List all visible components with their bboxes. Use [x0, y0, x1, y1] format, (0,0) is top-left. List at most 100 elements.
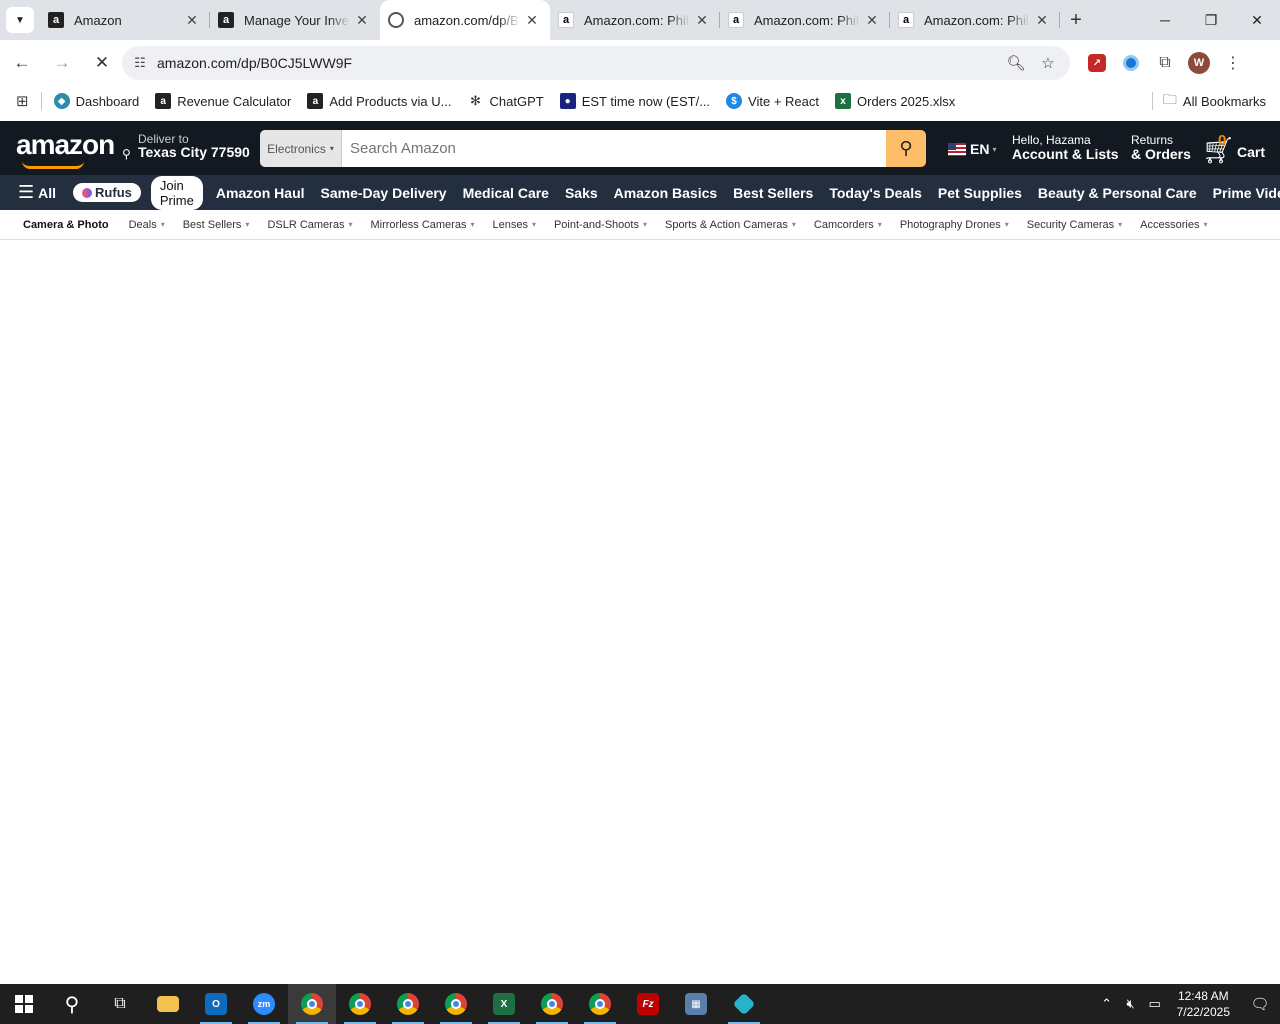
search-input[interactable] — [342, 130, 886, 167]
tab-amazon[interactable]: a Amazon ✕ — [40, 0, 210, 40]
kebab-menu-icon[interactable]: ⋮ — [1216, 46, 1250, 80]
pdf-extension-icon[interactable]: ↗ — [1080, 46, 1114, 80]
chevron-up-icon[interactable]: ⌃ — [1095, 996, 1119, 1012]
cart-button[interactable]: 0 🛒︎ Cart — [1202, 132, 1265, 164]
nav-medical-care[interactable]: Medical Care — [455, 185, 557, 201]
apps-grid-icon[interactable]: ⊞ — [8, 87, 37, 115]
nav-pet-supplies[interactable]: Pet Supplies — [930, 185, 1030, 201]
account-and-lists[interactable]: Hello, Hazama Account & Lists — [1012, 133, 1119, 161]
search-icon[interactable]: ⚲ — [886, 130, 926, 167]
new-tab-button[interactable]: + — [1060, 0, 1092, 40]
zoom-icon[interactable]: zm — [240, 984, 288, 1024]
chrome-icon[interactable] — [432, 984, 480, 1024]
bookmark-vite-react[interactable]: $ Vite + React — [718, 87, 827, 115]
nav-amazon-basics[interactable]: Amazon Basics — [606, 185, 725, 201]
address-bar[interactable]: ☷ amazon.com/dp/B0CJ5LWW9F 🔍︎ ☆ — [122, 46, 1070, 80]
network-icon[interactable]: ▭ — [1143, 996, 1167, 1012]
site-settings-icon[interactable]: ☷ — [126, 49, 154, 77]
hamburger-icon: ☰ — [18, 182, 35, 202]
chrome-icon[interactable] — [384, 984, 432, 1024]
close-window-button[interactable]: ✕ — [1234, 0, 1280, 40]
nav-same-day-delivery[interactable]: Same-Day Delivery — [313, 185, 455, 201]
tab-active-product[interactable]: o amazon.com/dp/B ✕ — [380, 0, 550, 40]
amazon-logo[interactable]: amazon — [16, 129, 115, 169]
windows-taskbar: ⚲ ⧉ O zm X Fz ▦ ⌃ 🔇︎ ▭ 12:48 AM 7/22/202… — [0, 984, 1280, 1024]
close-icon[interactable]: ✕ — [864, 12, 880, 28]
chrome-icon[interactable] — [336, 984, 384, 1024]
tab-amazon-phil-3[interactable]: a Amazon.com: Phil ✕ — [890, 0, 1060, 40]
bookmark-add-products[interactable]: a Add Products via U... — [299, 87, 459, 115]
deliver-to[interactable]: ⚲ Deliver to Texas City 77590 — [122, 133, 250, 161]
bookmark-dashboard[interactable]: ◆ Dashboard — [46, 87, 148, 115]
back-arrow-icon[interactable]: ← — [4, 45, 40, 81]
extensions-area: ↗ ⧉ W ⋮ — [1080, 40, 1250, 86]
category-lenses[interactable]: Lenses ▾ — [483, 219, 545, 231]
category-accessories[interactable]: Accessories ▾ — [1131, 219, 1216, 231]
category-deals[interactable]: Deals ▾ — [120, 219, 174, 231]
close-icon[interactable]: ✕ — [694, 12, 710, 28]
bookmark-orders-xlsx[interactable]: x Orders 2025.xlsx — [827, 87, 963, 115]
search-category-select[interactable]: Electronics ▾ — [260, 130, 342, 167]
language-selector[interactable]: EN ▾ — [948, 141, 996, 157]
close-icon[interactable]: ✕ — [524, 12, 540, 28]
nav-saks[interactable]: Saks — [557, 185, 606, 201]
chevron-down-icon[interactable]: ▼ — [6, 7, 34, 33]
chrome-icon[interactable] — [528, 984, 576, 1024]
taskbar-clock[interactable]: 12:48 AM 7/22/2025 — [1177, 988, 1230, 1020]
category-camcorders[interactable]: Camcorders ▾ — [805, 219, 891, 231]
all-menu-button[interactable]: ☰ All — [10, 182, 64, 203]
url-text[interactable]: amazon.com/dp/B0CJ5LWW9F — [157, 55, 1004, 71]
all-bookmarks-button[interactable]: 🗀 All Bookmarks — [1148, 86, 1266, 116]
chatgpt-icon: ✻ — [470, 93, 481, 108]
nav-beauty-personal-care[interactable]: Beauty & Personal Care — [1030, 185, 1205, 201]
forward-arrow-icon[interactable]: → — [44, 45, 80, 81]
notification-icon[interactable]: 🗨︎ — [1240, 995, 1280, 1013]
bookmark-chatgpt[interactable]: ✻ ChatGPT — [460, 87, 552, 115]
tab-manage-inventory[interactable]: a Manage Your Inve ✕ — [210, 0, 380, 40]
nav-todays-deals[interactable]: Today's Deals — [821, 185, 930, 201]
nav-best-sellers[interactable]: Best Sellers — [725, 185, 821, 201]
returns-and-orders[interactable]: Returns & Orders — [1131, 133, 1191, 161]
chrome-icon[interactable] — [288, 984, 336, 1024]
amazon-header: amazon ⚲ Deliver to Texas City 77590 Ele… — [0, 121, 1280, 175]
category-mirrorless-cameras[interactable]: Mirrorless Cameras ▾ — [361, 219, 483, 231]
close-icon[interactable]: ✕ — [184, 12, 200, 28]
nav-prime-video[interactable]: Prime Video — [1205, 185, 1280, 201]
excel-icon[interactable]: X — [480, 984, 528, 1024]
app-diamond-icon[interactable] — [720, 984, 768, 1024]
category-point-and-shoots[interactable]: Point-and-Shoots ▾ — [545, 219, 656, 231]
bookmark-revenue-calculator[interactable]: a Revenue Calculator — [147, 87, 299, 115]
search-icon[interactable]: ⚲ — [48, 984, 96, 1024]
restore-button[interactable]: ❐ — [1188, 0, 1234, 40]
task-view-icon[interactable]: ⧉ — [96, 984, 144, 1024]
speaker-muted-icon[interactable]: 🔇︎ — [1119, 996, 1143, 1012]
category-dslr-cameras[interactable]: DSLR Cameras ▾ — [258, 219, 361, 231]
puzzle-extensions-icon[interactable]: ⧉ — [1148, 46, 1182, 80]
keepa-extension-icon[interactable] — [1114, 46, 1148, 80]
file-explorer-icon[interactable] — [144, 984, 192, 1024]
category-best-sellers[interactable]: Best Sellers ▾ — [174, 219, 259, 231]
bookmark-star-icon[interactable]: ☆ — [1036, 51, 1060, 75]
close-icon[interactable]: ✕ — [1034, 12, 1050, 28]
category-title[interactable]: Camera & Photo — [14, 219, 118, 231]
tab-amazon-phil-1[interactable]: a Amazon.com: Phil ✕ — [550, 0, 720, 40]
category-photography-drones[interactable]: Photography Drones ▾ — [891, 219, 1018, 231]
stop-loading-icon[interactable]: ✕ — [84, 45, 120, 81]
bookmark-est-time[interactable]: ● EST time now (EST/... — [552, 87, 718, 115]
nav-amazon-haul[interactable]: Amazon Haul — [208, 185, 313, 201]
close-icon[interactable]: ✕ — [354, 12, 370, 28]
chrome-icon[interactable] — [576, 984, 624, 1024]
rufus-icon — [82, 187, 93, 198]
calculator-icon[interactable]: ▦ — [672, 984, 720, 1024]
category-sports-action-cameras[interactable]: Sports & Action Cameras ▾ — [656, 219, 805, 231]
outlook-icon[interactable]: O — [192, 984, 240, 1024]
tab-amazon-phil-2[interactable]: a Amazon.com: Phil ✕ — [720, 0, 890, 40]
filezilla-icon[interactable]: Fz — [624, 984, 672, 1024]
category-security-cameras[interactable]: Security Cameras ▾ — [1018, 219, 1131, 231]
avatar[interactable]: W — [1182, 46, 1216, 80]
minimize-button[interactable]: ─ — [1142, 0, 1188, 40]
rufus-button[interactable]: Rufus — [73, 183, 141, 202]
join-prime-button[interactable]: Join Prime — [150, 175, 203, 210]
windows-start-icon[interactable] — [0, 984, 48, 1024]
zoom-icon[interactable]: 🔍︎ — [1004, 51, 1028, 75]
